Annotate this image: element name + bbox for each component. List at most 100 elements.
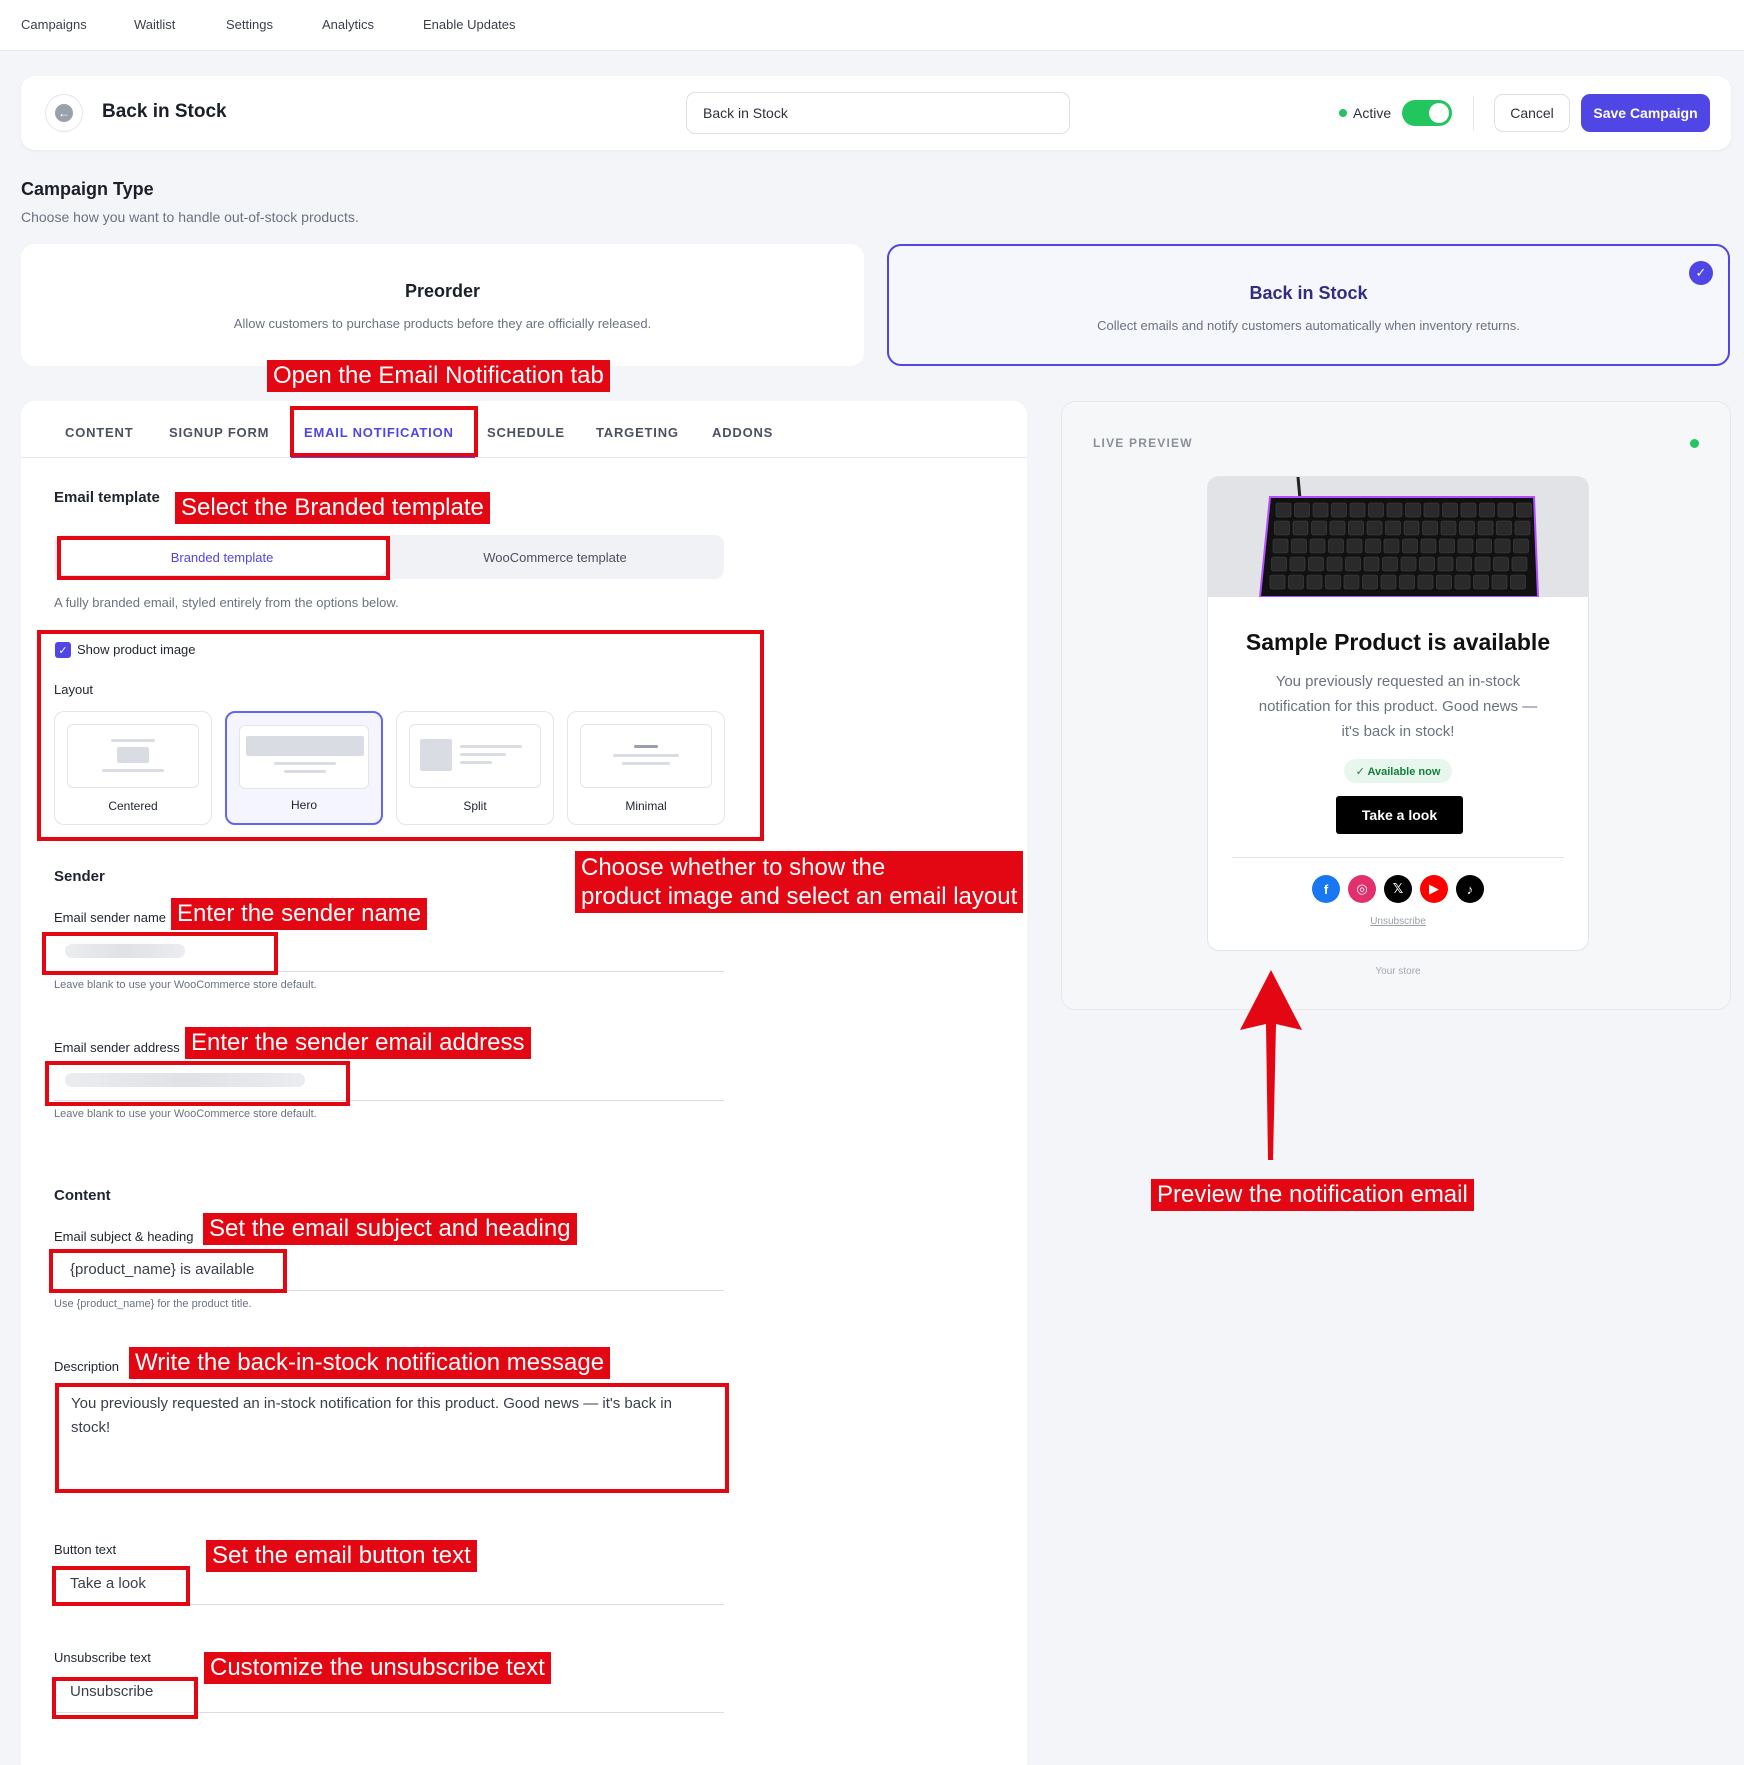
campaign-name-input[interactable] bbox=[686, 92, 1070, 134]
save-campaign-button[interactable]: Save Campaign bbox=[1581, 94, 1710, 132]
layout-label: Layout bbox=[54, 682, 94, 697]
toggle-knob bbox=[1429, 103, 1449, 123]
campaign-type-title: Campaign Type bbox=[21, 179, 154, 199]
top-nav: Campaigns Waitlist Settings Analytics En… bbox=[0, 0, 1744, 51]
email-template-label: Email template bbox=[54, 489, 160, 506]
layout-thumbnail bbox=[409, 724, 541, 788]
campaign-header: ← Back in Stock Active Cancel Save Campa… bbox=[21, 76, 1731, 150]
divider bbox=[1473, 96, 1474, 130]
nav-campaigns[interactable]: Campaigns bbox=[21, 17, 87, 32]
subject-hint: Use {product_name} for the product title… bbox=[54, 1298, 252, 1310]
annotation-layout-line-2: product image and select an email layout bbox=[581, 883, 1018, 910]
instagram-icon[interactable]: ◎ bbox=[1348, 875, 1376, 903]
sender-name-label: Email sender name bbox=[54, 910, 166, 925]
option-description: Allow customers to purchase products bef… bbox=[233, 316, 652, 331]
tab-signup-form[interactable]: SIGNUP FORM bbox=[169, 425, 269, 440]
annotation-sender-address: Enter the sender email address bbox=[185, 1027, 531, 1059]
tab-email-notification[interactable]: EMAIL NOTIFICATION bbox=[304, 425, 454, 440]
field-underline bbox=[54, 971, 724, 972]
tab-targeting[interactable]: TARGETING bbox=[596, 425, 679, 440]
annotation-button-text: Set the email button text bbox=[206, 1540, 477, 1572]
button-text-label: Button text bbox=[54, 1542, 117, 1557]
description-textarea[interactable]: You previously requested an in-stock not… bbox=[57, 1383, 721, 1483]
show-product-image-checkbox[interactable]: ✓ bbox=[55, 642, 71, 658]
branded-template-option[interactable]: Branded template bbox=[58, 539, 386, 575]
layout-split[interactable]: Split bbox=[396, 711, 554, 825]
back-button[interactable]: ← bbox=[45, 94, 83, 132]
annotation-arrow-up-icon bbox=[1240, 970, 1302, 1160]
unsubscribe-link[interactable]: Unsubscribe bbox=[1208, 916, 1588, 927]
annotation-layout-line-1: Choose whether to show the bbox=[581, 854, 886, 881]
annotation-open-tab: Open the Email Notification tab bbox=[267, 360, 610, 392]
available-badge: ✓ Available now bbox=[1344, 759, 1452, 783]
tab-addons[interactable]: ADDONS bbox=[712, 425, 773, 440]
annotation-layout: Choose whether to show the product image… bbox=[575, 851, 1024, 913]
field-underline bbox=[54, 1712, 724, 1713]
layout-thumbnail bbox=[239, 725, 369, 789]
woocommerce-template-option[interactable]: WooCommerce template bbox=[390, 539, 720, 575]
option-title: Preorder bbox=[404, 281, 481, 301]
campaign-type-description: Choose how you want to handle out-of-sto… bbox=[21, 209, 359, 225]
annotation-unsubscribe: Customize the unsubscribe text bbox=[204, 1652, 551, 1684]
sender-name-hint: Leave blank to use your WooCommerce stor… bbox=[54, 979, 317, 991]
layout-thumbnail bbox=[580, 724, 712, 788]
nav-settings[interactable]: Settings bbox=[226, 17, 273, 32]
check-icon: ✓ bbox=[1689, 261, 1713, 285]
annotation-sender-name: Enter the sender name bbox=[171, 898, 428, 930]
sender-heading: Sender bbox=[54, 868, 105, 885]
x-icon[interactable]: 𝕏 bbox=[1384, 875, 1412, 903]
status-label: Active bbox=[1353, 105, 1392, 121]
layout-caption: Split bbox=[463, 799, 487, 813]
product-image bbox=[1208, 477, 1588, 597]
unsubscribe-text-input[interactable]: Unsubscribe bbox=[70, 1683, 153, 1700]
layout-hero[interactable]: Hero bbox=[225, 711, 383, 825]
divider bbox=[1232, 857, 1564, 858]
show-product-image-label: Show product image bbox=[77, 642, 196, 657]
layout-thumbnail bbox=[67, 724, 199, 788]
status-indicator: Active bbox=[1339, 102, 1391, 124]
field-underline bbox=[54, 1290, 724, 1291]
nav-analytics[interactable]: Analytics bbox=[322, 17, 374, 32]
keyboard-image bbox=[1208, 477, 1588, 597]
option-title: Back in Stock bbox=[1249, 283, 1368, 303]
annotation-preview: Preview the notification email bbox=[1151, 1179, 1474, 1211]
preorder-option-card[interactable]: Preorder Allow customers to purchase pro… bbox=[21, 244, 864, 366]
nav-enable-updates[interactable]: Enable Updates bbox=[423, 17, 516, 32]
live-preview-label: LIVE PREVIEW bbox=[1093, 436, 1193, 450]
annotation-subject: Set the email subject and heading bbox=[203, 1213, 577, 1245]
sender-address-input[interactable] bbox=[65, 1073, 305, 1087]
tab-bar: CONTENT SIGNUP FORM EMAIL NOTIFICATION S… bbox=[21, 401, 1027, 458]
button-text-input[interactable]: Take a look bbox=[70, 1575, 146, 1592]
template-hint: A fully branded email, styled entirely f… bbox=[54, 595, 399, 610]
layout-caption: Minimal bbox=[625, 799, 667, 813]
annotation-description: Write the back-in-stock notification mes… bbox=[129, 1347, 611, 1379]
facebook-icon[interactable]: f bbox=[1312, 875, 1340, 903]
tab-schedule[interactable]: SCHEDULE bbox=[487, 425, 565, 440]
take-a-look-button[interactable]: Take a look bbox=[1336, 796, 1463, 834]
layout-centered[interactable]: Centered bbox=[54, 711, 212, 825]
settings-panel: CONTENT SIGNUP FORM EMAIL NOTIFICATION S… bbox=[21, 401, 1027, 1765]
sender-address-hint: Leave blank to use your WooCommerce stor… bbox=[54, 1108, 317, 1120]
live-status-dot bbox=[1690, 439, 1699, 448]
back-in-stock-option-card[interactable]: ✓ Back in Stock Collect emails and notif… bbox=[887, 244, 1730, 366]
nav-waitlist[interactable]: Waitlist bbox=[134, 17, 175, 32]
email-preview-title: Sample Product is available bbox=[1245, 629, 1551, 655]
status-dot bbox=[1339, 109, 1347, 117]
sender-name-input[interactable] bbox=[65, 944, 185, 958]
youtube-icon[interactable]: ▶ bbox=[1420, 875, 1448, 903]
tiktok-icon[interactable]: ♪ bbox=[1456, 875, 1484, 903]
field-underline bbox=[54, 1100, 724, 1101]
cancel-button[interactable]: Cancel bbox=[1494, 94, 1570, 132]
active-toggle[interactable] bbox=[1402, 100, 1452, 126]
tab-content[interactable]: CONTENT bbox=[65, 425, 133, 440]
unsubscribe-text-label: Unsubscribe text bbox=[54, 1650, 151, 1665]
field-underline bbox=[54, 1604, 724, 1605]
option-description: Collect emails and notify customers auto… bbox=[1097, 318, 1520, 333]
page-title: Back in Stock bbox=[102, 101, 227, 122]
subject-label: Email subject & heading bbox=[54, 1229, 194, 1244]
layout-minimal[interactable]: Minimal bbox=[567, 711, 725, 825]
subject-input[interactable]: {product_name} is available bbox=[70, 1261, 254, 1278]
live-preview-panel: LIVE PREVIEW Sample Product is available… bbox=[1061, 401, 1731, 1010]
sender-address-label: Email sender address bbox=[54, 1040, 180, 1055]
arrow-left-icon: ← bbox=[55, 104, 73, 122]
